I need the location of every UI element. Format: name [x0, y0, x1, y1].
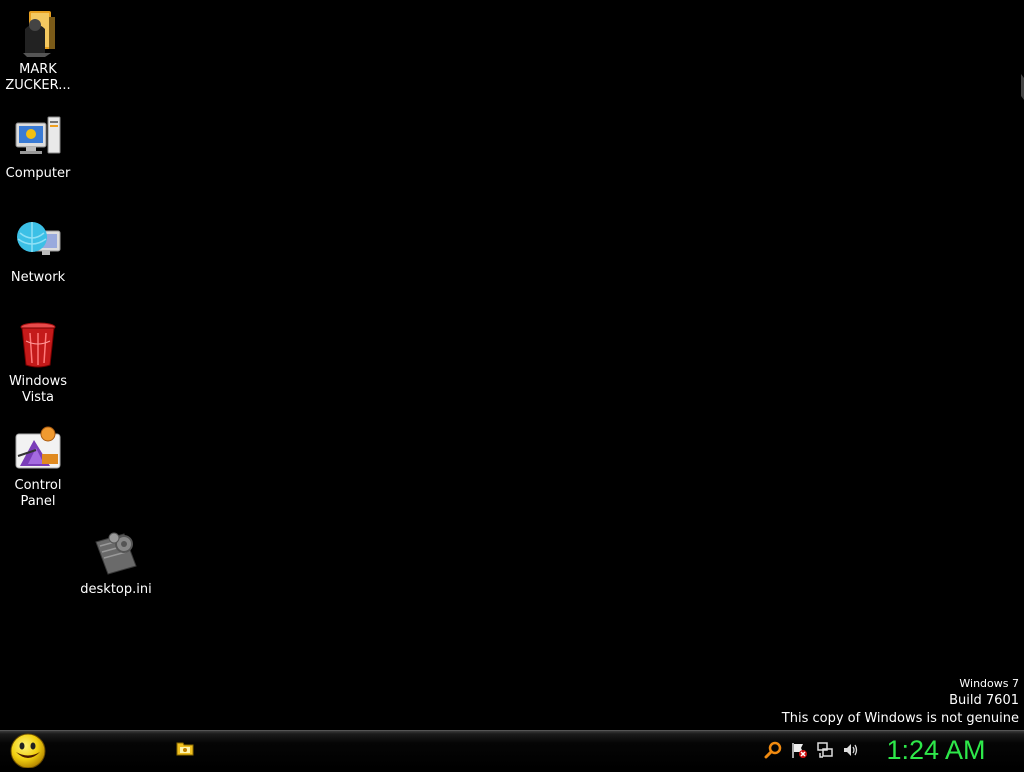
- desktop-icon-recycle-bin[interactable]: Windows Vista: [0, 320, 76, 406]
- settings-file-icon: [91, 528, 141, 578]
- network-tray-icon[interactable]: [816, 741, 834, 759]
- taskbar-clock[interactable]: 1:24 AM: [880, 734, 992, 766]
- desktop-icon-control-panel[interactable]: Control Panel: [0, 424, 76, 510]
- desktop-icon-computer[interactable]: Computer: [0, 112, 76, 182]
- taskbar: 1:24 AM: [0, 730, 1024, 769]
- network-icon: [13, 216, 63, 266]
- user-folder-icon: [13, 8, 63, 58]
- desktop-icon-label: Windows Vista: [8, 374, 68, 405]
- desktop-icon-label: Control Panel: [14, 478, 62, 509]
- computer-icon: [13, 112, 63, 162]
- windows-watermark: Windows 7 Build 7601 This copy of Window…: [782, 676, 1019, 727]
- smiley-start-orb-icon: [10, 733, 46, 769]
- taskbar-explorer-button[interactable]: [176, 739, 196, 759]
- watermark-build: Build 7601: [949, 693, 1019, 708]
- desktop-icon-desktop-ini[interactable]: desktop.ini: [78, 528, 154, 598]
- desktop-icon-label: Computer: [5, 166, 71, 181]
- volume-icon[interactable]: [842, 741, 860, 759]
- desktop[interactable]: MARK ZUCKER... Computer Network Windows …: [0, 0, 1024, 730]
- desktop-icon-network[interactable]: Network: [0, 216, 76, 286]
- desktop-icon-user-folder[interactable]: MARK ZUCKER...: [0, 8, 76, 94]
- watermark-genuine-notice: This copy of Windows is not genuine: [781, 711, 1019, 726]
- desktop-icon-label: MARK ZUCKER...: [5, 62, 71, 93]
- right-edge-gadget-tab[interactable]: [1019, 74, 1024, 100]
- search-icon[interactable]: [764, 741, 782, 759]
- desktop-icon-label: Network: [10, 270, 66, 285]
- control-panel-icon: [13, 424, 63, 474]
- start-button[interactable]: [6, 732, 48, 769]
- desktop-icon-label: desktop.ini: [80, 582, 152, 597]
- recycle-bin-icon: [13, 320, 63, 370]
- windows-explorer-icon: [176, 742, 194, 756]
- system-tray: [764, 739, 860, 761]
- watermark-os: Windows 7: [959, 677, 1019, 690]
- action-center-flag-icon[interactable]: [790, 741, 808, 759]
